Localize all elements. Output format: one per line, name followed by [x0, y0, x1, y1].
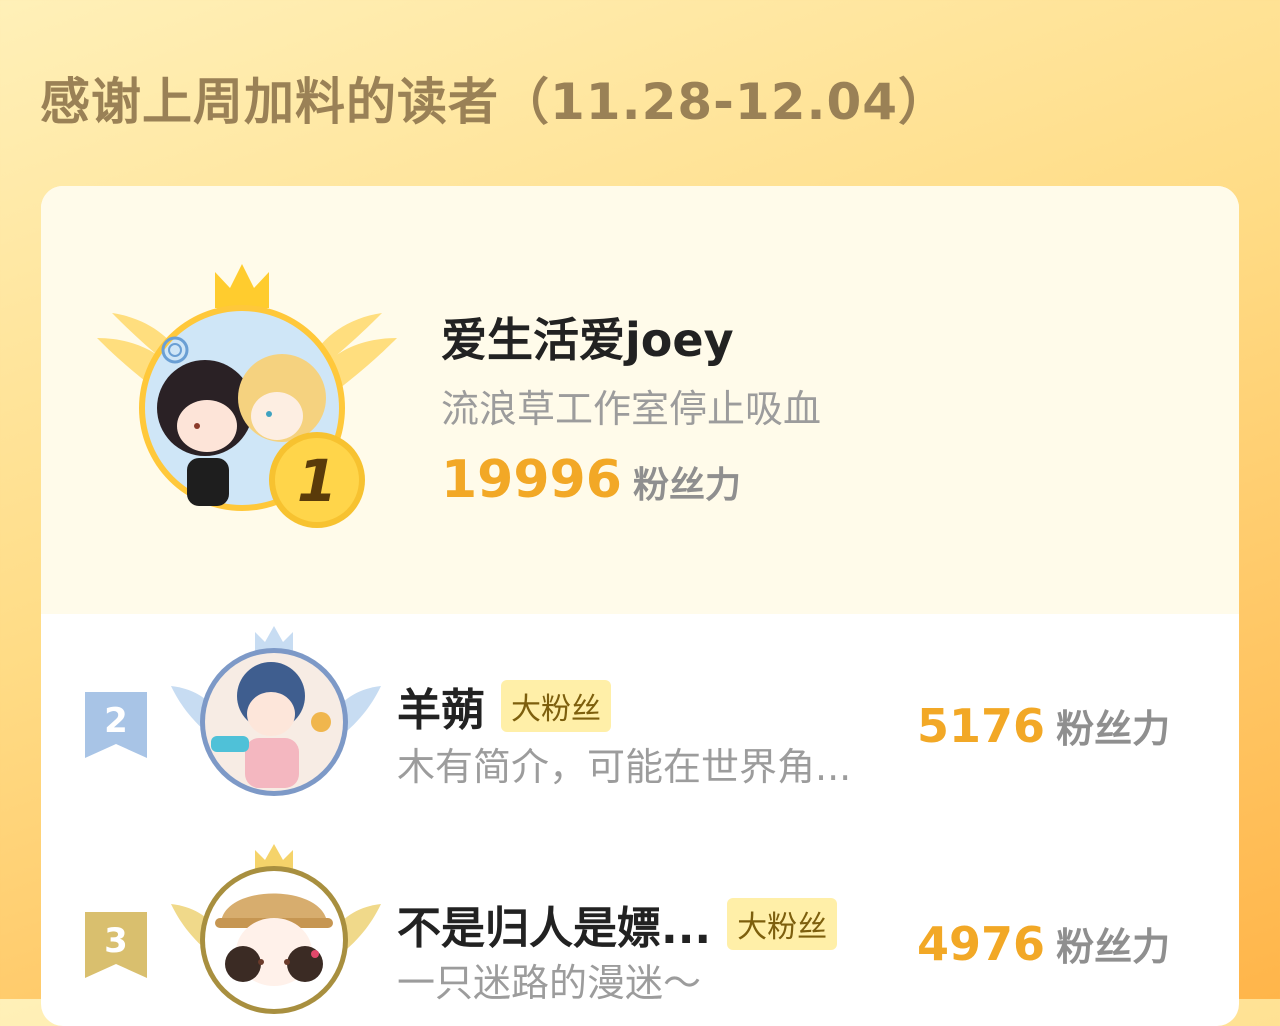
leaderboard-card: 1 爱生活爱joey 流浪草工作室停止吸血 19996 粉丝力 2 羊蒴 大粉丝…	[41, 186, 1239, 1026]
reader-name-text[interactable]: 羊蒴	[397, 685, 485, 736]
score-unit: 粉丝力	[1056, 707, 1171, 751]
score-value: 19996	[441, 450, 622, 510]
top-reader-section[interactable]: 1 爱生活爱joey 流浪草工作室停止吸血 19996 粉丝力	[41, 186, 1239, 614]
score-value: 4976	[917, 917, 1046, 971]
reader-score: 5176 粉丝力	[917, 698, 1170, 753]
score-value: 5176	[917, 699, 1046, 753]
reader-bio: 木有简介，可能在世界角...	[397, 745, 852, 789]
crown-icon	[215, 264, 269, 308]
score-unit: 粉丝力	[633, 465, 742, 506]
rank-ribbon-icon: 3	[85, 912, 147, 978]
status-badge: 大粉丝	[501, 680, 611, 732]
top-avatar-frame[interactable]: 1	[97, 258, 397, 538]
status-badge: 大粉丝	[727, 898, 838, 950]
rank-number: 1	[297, 447, 337, 515]
reader-bio: 流浪草工作室停止吸血	[441, 387, 822, 431]
score-unit: 粉丝力	[1056, 925, 1171, 969]
rank-number: 2	[104, 701, 128, 741]
reader-name-text[interactable]: 不是归人是嫖...	[397, 903, 711, 954]
page-title: 感谢上周加料的读者（11.28-12.04）	[40, 73, 950, 131]
reader-name[interactable]: 爱生活爱joey	[441, 304, 734, 370]
reader-name[interactable]: 羊蒴 大粉丝	[397, 674, 611, 738]
reader-name[interactable]: 不是归人是嫖... 大粉丝	[397, 892, 838, 956]
reader-score: 4976 粉丝力	[917, 916, 1170, 971]
rank-number: 3	[104, 921, 128, 961]
rank-medal-icon: 1	[269, 432, 365, 528]
rank-ribbon-icon: 2	[85, 692, 147, 758]
reader-score: 19996 粉丝力	[441, 450, 741, 510]
avatar-frame[interactable]	[171, 626, 381, 816]
